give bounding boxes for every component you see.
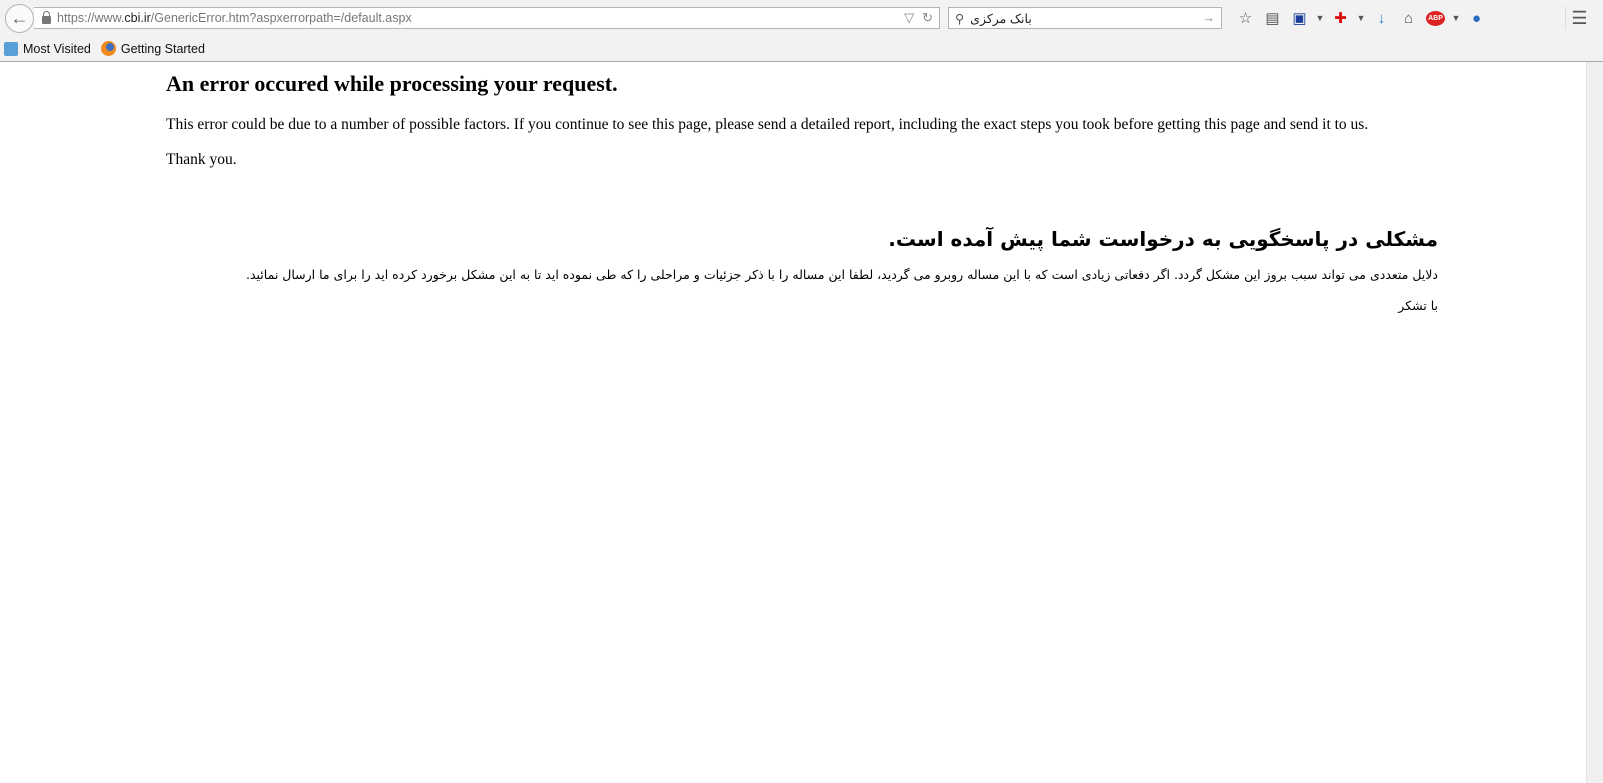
back-button[interactable]: ← [5,4,34,33]
search-bar[interactable]: ⚲ بانک مرکزی → [948,7,1222,29]
persian-section: مشکلی در پاسخگویی به درخواست شما پیش آمد… [166,227,1438,313]
url-path: /GenericError.htm?aspxerrorpath=/default… [150,11,412,25]
save-dropdown-icon[interactable]: ▼ [1313,6,1327,30]
page-content: An error occured while processing your r… [166,62,1438,313]
bookmark-getting-started[interactable]: Getting Started [100,41,205,56]
page-title-persian: مشکلی در پاسخگویی به درخواست شما پیش آمد… [888,227,1438,251]
navigation-toolbar: ← https://www. cbi.ir/GenericError.htm?as… [0,0,1603,36]
arrow-left-icon: ← [10,8,29,28]
lock-icon [42,11,51,24]
addon-user-icon[interactable]: ● [1463,6,1490,30]
search-go-icon[interactable]: → [1203,11,1216,25]
reading-list-icon[interactable]: ▤ [1259,6,1286,30]
hamburger-menu-icon[interactable]: ☰ [1565,6,1593,30]
firefox-icon [100,41,116,56]
search-input[interactable]: بانک مرکزی [970,11,1032,26]
home-icon[interactable]: ⌂ [1395,6,1422,30]
most-visited-icon [4,41,18,56]
download-icon[interactable]: ↓ [1368,6,1395,30]
bookmark-most-visited[interactable]: Most Visited [4,41,91,56]
page-title: An error occured while processing your r… [166,71,618,96]
vertical-scrollbar[interactable] [1586,62,1603,783]
error-description: This error could be due to a number of p… [166,116,1369,133]
search-icon: ⚲ [955,11,965,26]
address-bar[interactable]: https://www. cbi.ir/GenericError.htm?aspx… [34,7,940,29]
save-icon[interactable]: ▣ [1286,6,1313,30]
error-description-persian: دلایل متعددی می تواند سبب بروز این مشکل … [246,267,1438,282]
reload-icon[interactable]: ↻ [922,10,933,26]
thanks-text: Thank you. [166,151,237,168]
bookmark-star-icon[interactable]: ☆ [1232,6,1259,30]
thanks-text-persian: با تشکر [1398,298,1438,313]
adblock-dropdown-icon[interactable]: ▼ [1449,6,1463,30]
addon-icon[interactable]: ✚ [1327,6,1354,30]
addon-dropdown-icon[interactable]: ▼ [1354,6,1368,30]
url-prefix: https://www. [57,11,125,25]
history-dropdown-icon[interactable]: ▽ [904,10,914,26]
adblock-plus-icon[interactable]: ABP [1422,6,1449,30]
bookmarks-toolbar: Most Visited Getting Started [0,36,1603,62]
url-host: cbi.ir [124,11,151,25]
